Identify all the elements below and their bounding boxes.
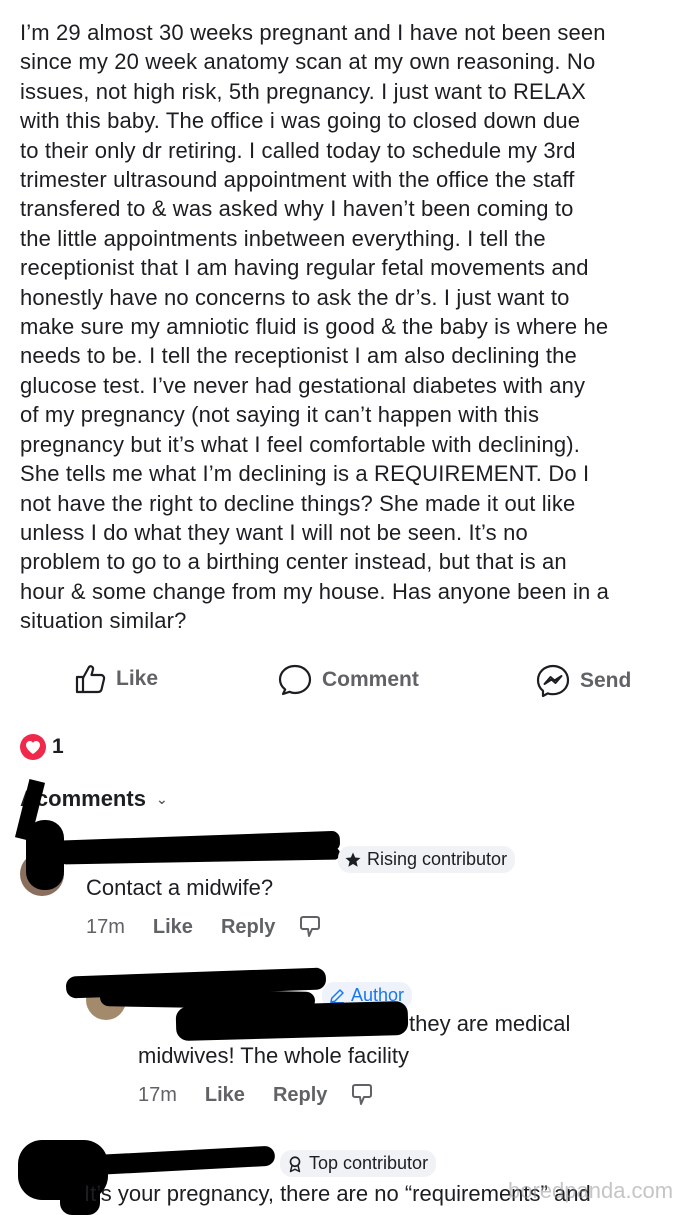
report-flag-icon[interactable] — [349, 1082, 375, 1108]
rising-contributor-badge: Rising contributor — [338, 846, 516, 873]
comment-like-button[interactable]: Like — [205, 1084, 245, 1107]
comment-text: they are medical — [409, 1011, 571, 1036]
thumbs-up-icon — [75, 665, 106, 694]
redaction-scribble — [175, 1000, 409, 1042]
reaction-count: 1 — [52, 735, 64, 758]
comment-meta: 17m Like Reply — [138, 1082, 375, 1108]
send-label: Send — [580, 669, 632, 692]
chevron-down-icon: ⌄ — [155, 790, 168, 807]
comment-reply-button[interactable]: Reply — [273, 1084, 327, 1107]
reaction-summary[interactable]: 1 — [20, 734, 64, 760]
comment-timestamp: 17m — [138, 1083, 177, 1106]
watermark: boredpanda.com — [508, 1178, 674, 1203]
badge-label: Rising contributor — [367, 849, 508, 869]
comment-meta: 17m Like Reply — [86, 914, 323, 940]
messenger-icon — [536, 664, 570, 698]
top-contributor-badge: Top contributor — [280, 1150, 437, 1177]
badge-label: Top contributor — [309, 1153, 429, 1173]
award-icon — [289, 1155, 301, 1172]
post-body: I’m 29 almost 30 weeks pregnant and I ha… — [20, 20, 609, 634]
comment-text: Contact a midwife? — [86, 875, 274, 900]
comment-text: midwives! The whole facility — [138, 1043, 410, 1068]
star-icon — [345, 852, 361, 867]
comment-like-button[interactable]: Like — [153, 916, 193, 939]
report-flag-icon[interactable] — [297, 914, 323, 940]
post-action-bar: Like Comment Send — [0, 660, 700, 700]
comments-sort-label: comments — [35, 786, 146, 811]
like-label: Like — [116, 667, 159, 690]
comment-button[interactable]: Comment — [278, 664, 419, 696]
comment-label: Comment — [322, 668, 419, 691]
comment-reply-button[interactable]: Reply — [221, 916, 275, 939]
like-button[interactable]: Like — [74, 664, 158, 694]
comment-timestamp: 17m — [86, 915, 125, 938]
heart-reaction-icon — [20, 734, 46, 760]
send-button[interactable]: Send — [536, 664, 631, 698]
comment-bubble-icon — [278, 664, 312, 696]
